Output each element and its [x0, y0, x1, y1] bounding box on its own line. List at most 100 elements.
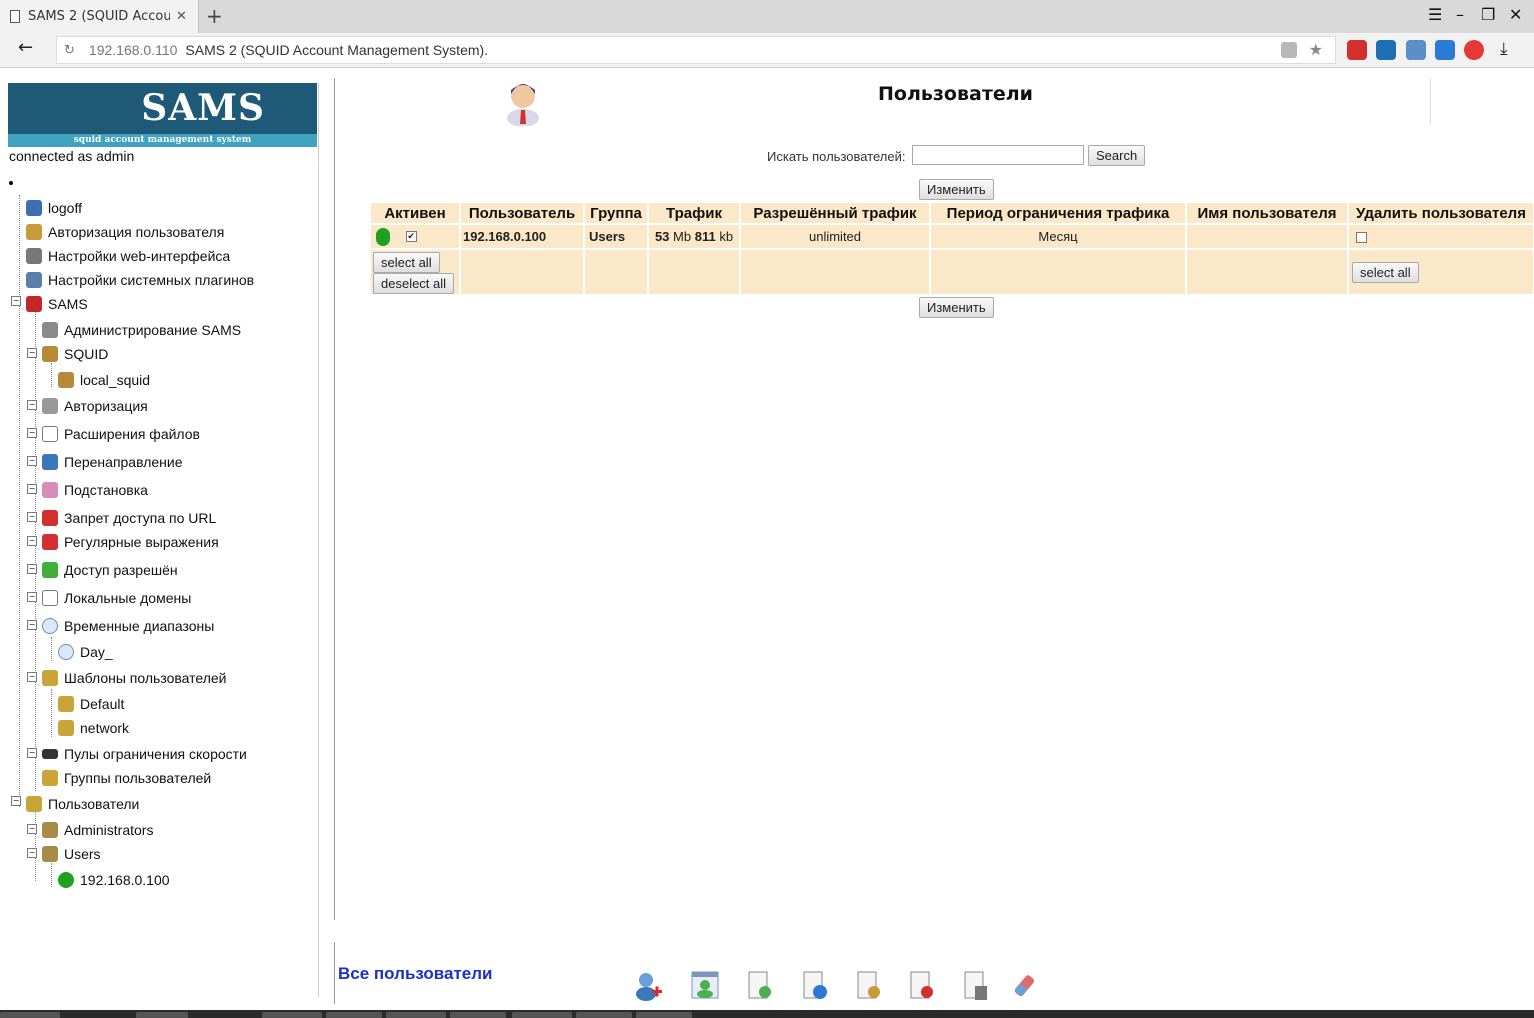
empty-cell: [931, 250, 1185, 294]
tree-item-user-groups[interactable]: Группы пользователей: [42, 770, 211, 786]
extension-icon[interactable]: [1376, 40, 1396, 60]
collapse-toggle-templates[interactable]: −: [27, 672, 37, 682]
report-calc-icon[interactable]: [961, 970, 991, 1002]
download-icon[interactable]: ⤓: [1500, 39, 1508, 59]
tree-item-sams-admin[interactable]: Администрирование SAMS: [42, 322, 241, 338]
tree-item-allowed[interactable]: Доступ разрешён: [42, 562, 178, 578]
collapse-toggle-url-deny[interactable]: −: [27, 512, 37, 522]
taskbar-item[interactable]: [636, 1012, 692, 1018]
deny-icon: [42, 510, 58, 526]
extension-icon[interactable]: [1406, 40, 1426, 60]
collapse-toggle-time-ranges[interactable]: −: [27, 620, 37, 630]
tree-item-user-templates[interactable]: Шаблоны пользователей: [42, 670, 226, 686]
collapse-toggle-allow[interactable]: −: [27, 564, 37, 574]
tree-item-sams[interactable]: SAMS: [26, 296, 88, 312]
restore-icon[interactable]: ❐: [1481, 5, 1495, 24]
collapse-toggle-redirect[interactable]: −: [27, 456, 37, 466]
taskbar-item[interactable]: [450, 1012, 506, 1018]
tree-item-users-group[interactable]: Users: [42, 846, 101, 862]
tree-item-local-domains[interactable]: Локальные домены: [42, 590, 191, 606]
taskbar-item[interactable]: [136, 1012, 188, 1018]
hamburger-menu-icon[interactable]: ☰: [1428, 5, 1442, 24]
tree-item-users[interactable]: Пользователи: [26, 796, 139, 812]
close-window-icon[interactable]: ✕: [1509, 5, 1522, 24]
collapse-toggle-substitution[interactable]: −: [27, 484, 37, 494]
tree-item-speed-pools[interactable]: Пулы ограничения скорости: [42, 746, 247, 762]
report-web-icon[interactable]: [800, 970, 830, 1002]
eraser-icon[interactable]: [1011, 970, 1041, 1002]
report-edit-icon[interactable]: [854, 970, 884, 1002]
search-input[interactable]: [912, 145, 1084, 165]
tree-item-local-squid[interactable]: local_squid: [58, 372, 150, 388]
search-button[interactable]: Search: [1088, 145, 1146, 166]
tree-item-network[interactable]: network: [58, 720, 129, 736]
taskbar-start[interactable]: [0, 1012, 60, 1018]
browser-tab[interactable]: SAMS 2 (SQUID Account ✕: [0, 0, 199, 33]
tree-item-url-deny[interactable]: Запрет доступа по URL: [42, 510, 216, 526]
taskbar-item[interactable]: [386, 1012, 446, 1018]
sams-icon: [26, 296, 42, 312]
collapse-toggle-sams[interactable]: −: [11, 296, 21, 306]
tree-item-squid[interactable]: SQUID: [42, 346, 108, 362]
tree-item-plugin-settings[interactable]: Настройки системных плагинов: [26, 272, 254, 288]
add-user-icon[interactable]: [634, 970, 664, 1002]
column-header-traffic: Трафик: [649, 203, 739, 223]
tree-item-authorization[interactable]: Авторизация: [42, 398, 148, 414]
collapse-toggle-extensions[interactable]: −: [27, 428, 37, 438]
tree-item-redirect[interactable]: Перенаправление: [42, 454, 183, 470]
column-header-limit-period: Период ограничения трафика: [931, 203, 1185, 223]
all-users-link[interactable]: Все пользователи: [338, 964, 493, 984]
empty-cell: [585, 250, 647, 294]
taskbar-item[interactable]: [326, 1012, 382, 1018]
tree-item-administrators[interactable]: Administrators: [42, 822, 153, 838]
reload-icon[interactable]: ↻: [64, 43, 75, 58]
taskbar-item[interactable]: [512, 1012, 572, 1018]
tree-item-day[interactable]: Day_: [58, 644, 113, 660]
minimize-icon[interactable]: –: [1456, 5, 1464, 24]
user-window-icon[interactable]: [690, 970, 720, 1002]
change-button-top[interactable]: Изменить: [919, 179, 994, 200]
taskbar-item[interactable]: [576, 1012, 632, 1018]
tree-item-logoff[interactable]: logoff: [26, 200, 82, 216]
new-tab-button[interactable]: +: [206, 4, 223, 28]
report-stop-icon[interactable]: [907, 970, 937, 1002]
active-checkbox[interactable]: ✔: [405, 231, 417, 242]
bookmark-star-icon[interactable]: ★: [1309, 40, 1323, 59]
user-cell[interactable]: 192.168.0.100: [461, 225, 583, 248]
collapse-toggle-auth[interactable]: −: [27, 400, 37, 410]
tree-item-substitution[interactable]: Подстановка: [42, 482, 148, 498]
deselect-all-active-button[interactable]: deselect all: [373, 272, 455, 294]
select-all-active-button[interactable]: select all: [373, 251, 440, 273]
collapse-toggle-administrators[interactable]: −: [27, 824, 37, 834]
tree-item-web-settings[interactable]: Настройки web-интерфейса: [26, 248, 230, 264]
select-all-delete-button[interactable]: select all: [1352, 261, 1419, 283]
taskbar-item[interactable]: [262, 1012, 322, 1018]
extension-icon[interactable]: [1435, 40, 1455, 60]
column-header-username: Имя пользователя: [1187, 203, 1347, 223]
translate-icon[interactable]: [1281, 42, 1297, 58]
tree-item-user-192-168-0-100[interactable]: 192.168.0.100: [58, 872, 170, 888]
tree-item-file-extensions[interactable]: Расширения файлов: [42, 426, 200, 442]
collapse-toggle-regex[interactable]: −: [27, 536, 37, 546]
collapse-toggle-pools[interactable]: −: [27, 748, 37, 758]
opera-icon[interactable]: [1464, 40, 1484, 60]
collapse-toggle-users-group[interactable]: −: [27, 848, 37, 858]
tree-item-regex[interactable]: Регулярные выражения: [42, 534, 219, 550]
page-title: Пользователи: [878, 83, 1033, 105]
tree-item-time-ranges[interactable]: Временные диапазоны: [42, 618, 214, 634]
tree-item-user-auth[interactable]: Авторизация пользователя: [26, 224, 224, 240]
close-tab-icon[interactable]: ✕: [176, 9, 187, 24]
address-bar[interactable]: ↻ 192.168.0.110 SAMS 2 (SQUID Account Ma…: [56, 36, 1336, 64]
back-arrow-icon[interactable]: ←: [18, 37, 33, 58]
report-users-icon[interactable]: [745, 970, 775, 1002]
collapse-toggle-squid[interactable]: −: [27, 348, 37, 358]
collapse-toggle-local-domains[interactable]: −: [27, 592, 37, 602]
column-header-delete-user: Удалить пользователя: [1349, 203, 1533, 223]
logo-title: SAMS: [141, 87, 265, 129]
adblock-icon[interactable]: [1347, 40, 1367, 60]
delete-checkbox[interactable]: [1356, 232, 1367, 244]
collapse-toggle-users[interactable]: −: [11, 796, 21, 806]
change-button-bottom[interactable]: Изменить: [919, 297, 994, 318]
redirect-icon: [42, 454, 58, 470]
tree-item-default[interactable]: Default: [58, 696, 124, 712]
